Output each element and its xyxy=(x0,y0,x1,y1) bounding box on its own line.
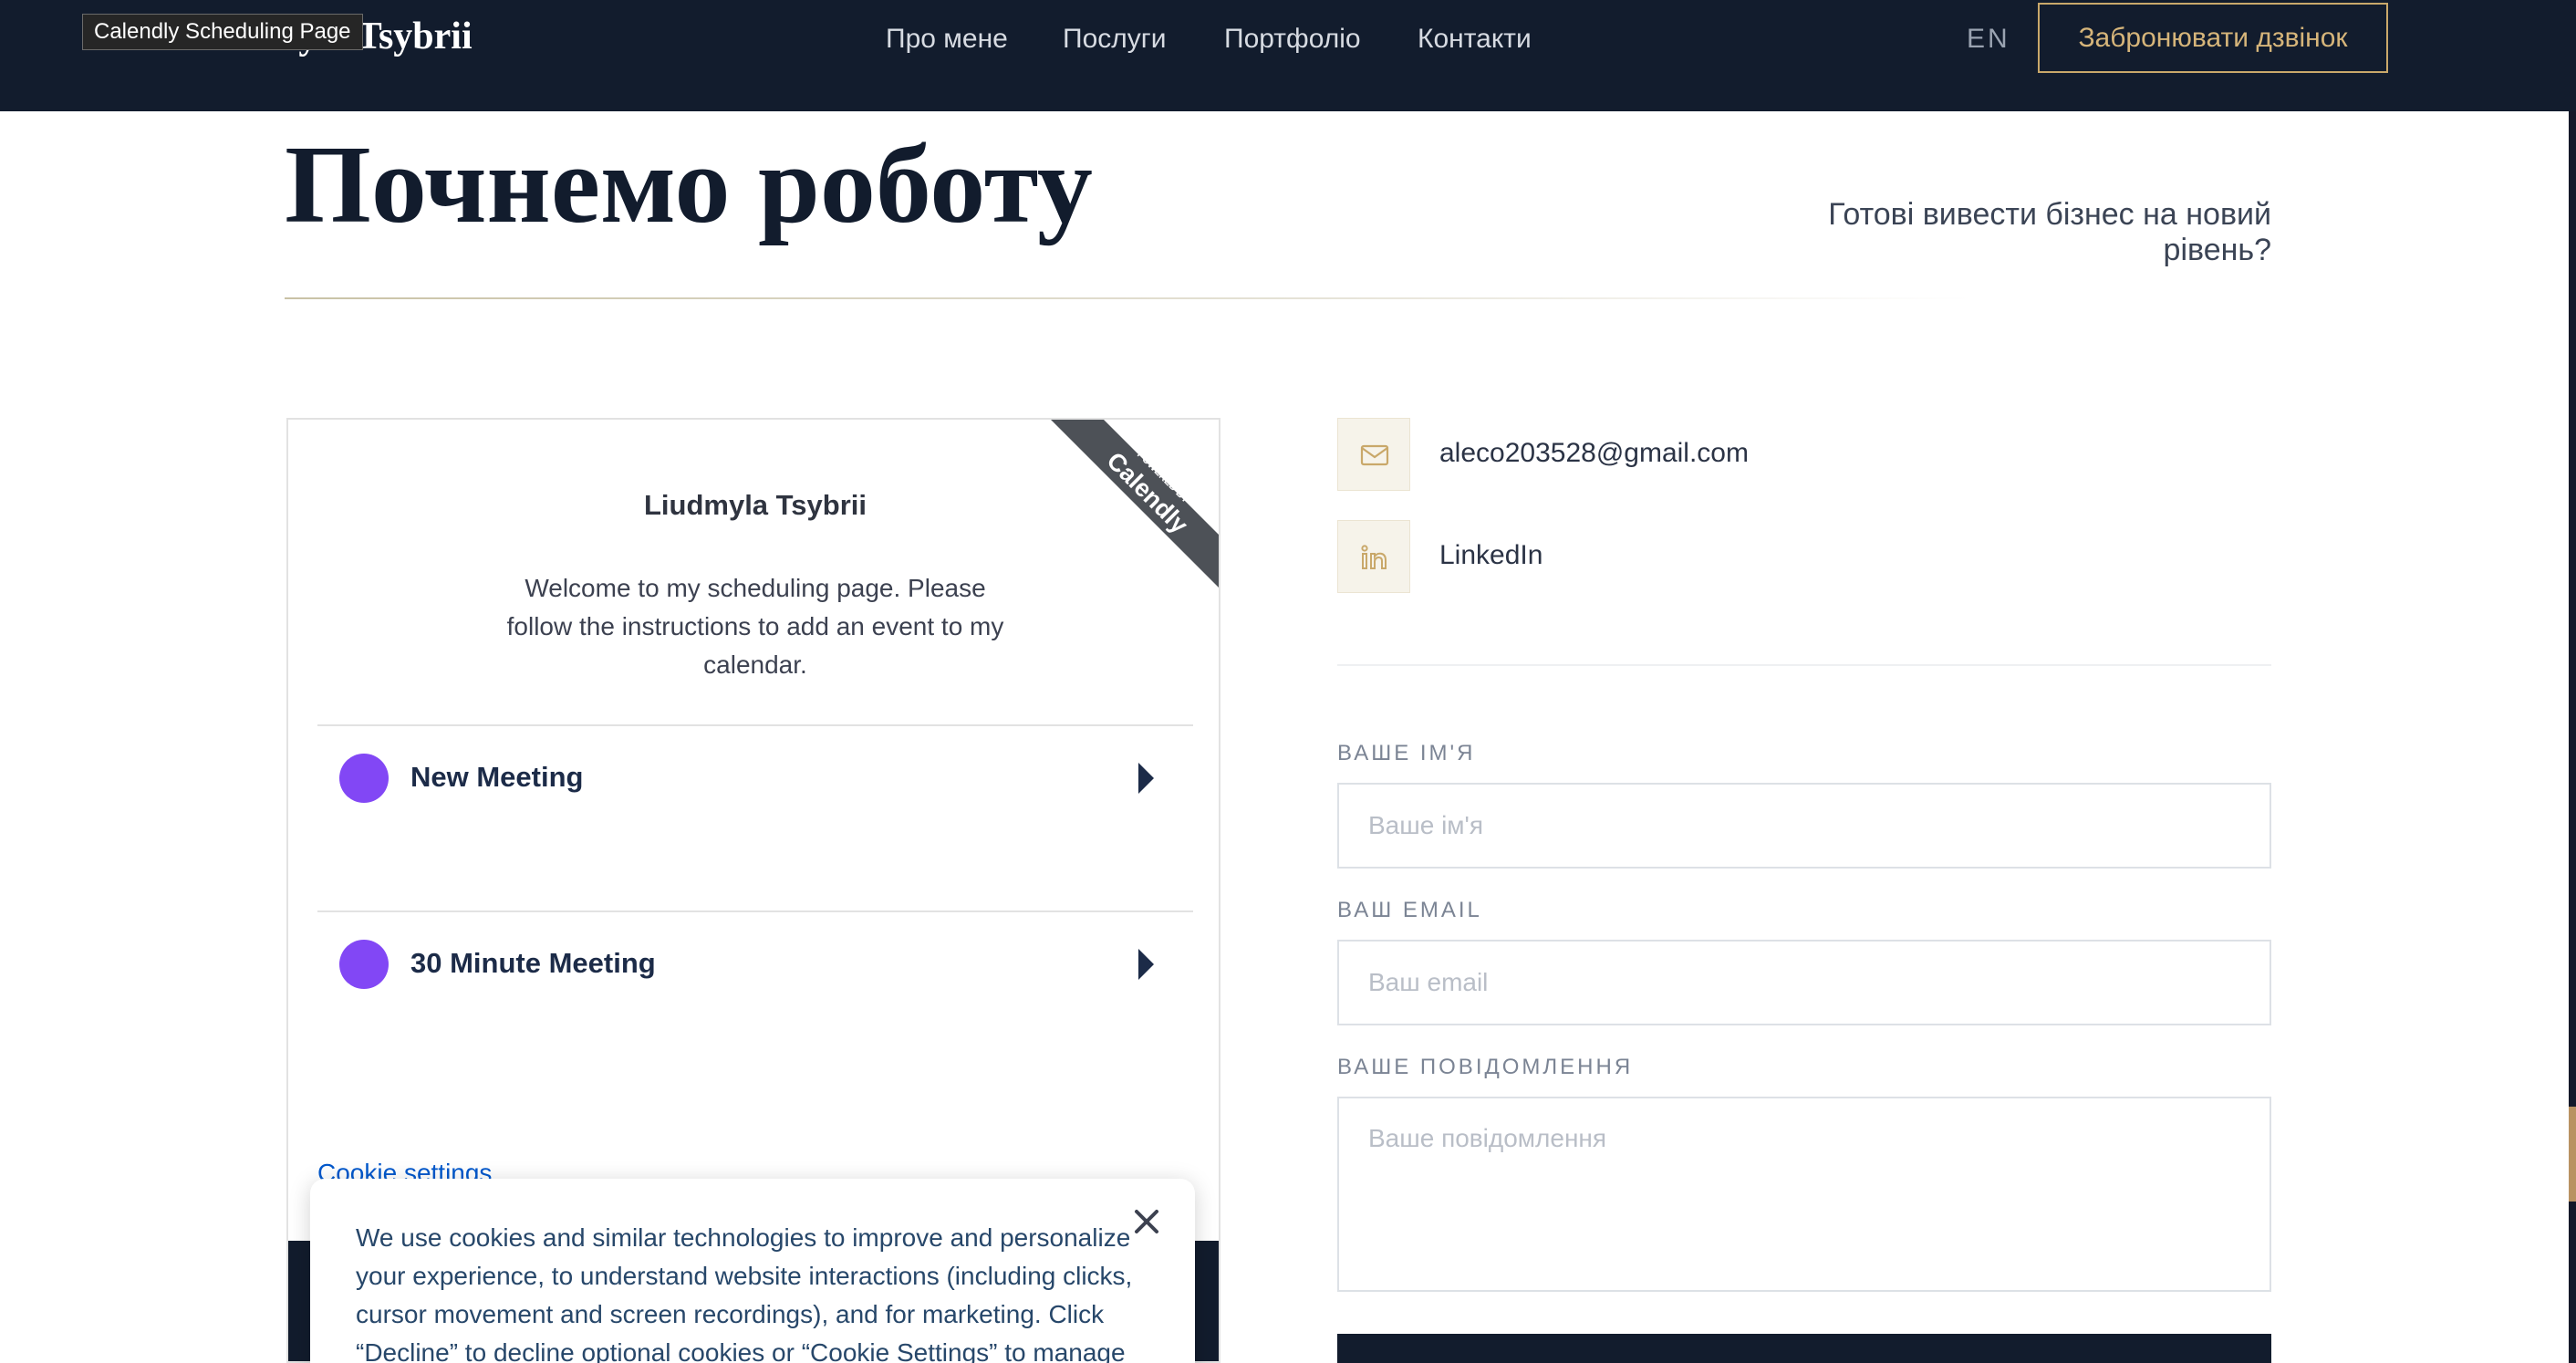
contact-divider xyxy=(1337,664,2271,666)
message-label: ВАШЕ ПОВІДОМЛЕННЯ xyxy=(1337,1055,1634,1079)
event-name: New Meeting xyxy=(410,761,584,793)
host-name: Liudmyla Tsybrii xyxy=(643,489,867,521)
email-input[interactable] xyxy=(1337,940,2271,1025)
book-call-button[interactable]: Забронювати дзвінок xyxy=(2038,3,2388,73)
nav-services[interactable]: Послуги xyxy=(1063,24,1166,55)
event-30-minute-meeting[interactable]: 30 Minute Meeting xyxy=(317,910,1193,1020)
scrollbar-thumb[interactable] xyxy=(2569,1107,2576,1202)
message-textarea[interactable] xyxy=(1337,1097,2271,1292)
email-label: ВАШ EMAIL xyxy=(1337,898,1482,922)
cookie-consent-dialog: We use cookies and similar technologies … xyxy=(310,1179,1195,1363)
email-icon-box xyxy=(1337,418,1410,491)
name-label: ВАШЕ ІМ'Я xyxy=(1337,741,1476,765)
event-new-meeting[interactable]: New Meeting xyxy=(317,724,1193,834)
language-switch[interactable]: EN xyxy=(1967,24,2010,55)
linkedin-icon xyxy=(1361,545,1387,569)
contact-email[interactable]: aleco203528@gmail.com xyxy=(1439,438,1749,469)
nav-portfolio[interactable]: Портфоліо xyxy=(1224,24,1361,55)
contact-linkedin[interactable]: LinkedIn xyxy=(1439,540,1542,571)
close-icon[interactable] xyxy=(1131,1206,1162,1237)
nav-contacts[interactable]: Контакти xyxy=(1418,24,1532,55)
tooltip: Calendly Scheduling Page xyxy=(82,14,363,50)
cookie-consent-text: We use cookies and similar technologies … xyxy=(356,1223,1133,1363)
submit-button[interactable] xyxy=(1337,1334,2271,1363)
mail-icon xyxy=(1360,444,1389,466)
play-arrow-icon xyxy=(1138,949,1154,980)
nav-about[interactable]: Про мене xyxy=(886,24,1008,55)
page-tagline: Готові вивести бізнес на новий рівень? xyxy=(1828,197,2271,267)
site-header: Liudmyla Tsybrii Про мене Послуги Портфо… xyxy=(0,0,2576,111)
name-input[interactable] xyxy=(1337,783,2271,869)
play-arrow-icon xyxy=(1138,763,1154,794)
event-name: 30 Minute Meeting xyxy=(410,947,656,979)
welcome-message: Welcome to my scheduling page. Please fo… xyxy=(506,574,1004,679)
linkedin-icon-box xyxy=(1337,520,1410,593)
event-color-dot xyxy=(339,754,389,803)
event-color-dot xyxy=(339,940,389,989)
page-title: Почнемо роботу xyxy=(285,123,1093,246)
section-divider xyxy=(285,297,1972,299)
